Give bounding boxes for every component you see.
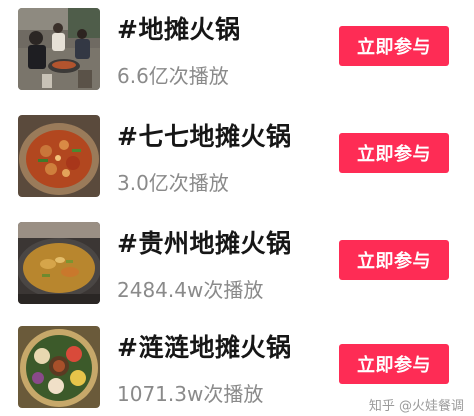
wok-hotpot-photo-icon	[18, 222, 100, 304]
topic-view-count: 1071.3w次播放	[117, 382, 264, 406]
topic-row[interactable]: #地摊火锅 6.6亿次播放 立即参与	[0, 4, 474, 94]
topic-thumbnail[interactable]	[18, 222, 100, 304]
join-now-button[interactable]: 立即参与	[339, 133, 449, 173]
topic-thumbnail[interactable]	[18, 8, 100, 90]
zhihu-watermark: 知乎 @火娃餐调	[368, 399, 464, 414]
topic-view-count: 6.6亿次播放	[117, 64, 229, 88]
topic-row[interactable]: #七七地摊火锅 3.0亿次播放 立即参与	[0, 111, 474, 201]
join-now-button[interactable]: 立即参与	[339, 240, 449, 280]
street-hotpot-crowd-photo-icon	[18, 8, 100, 90]
topic-view-count: 2484.4w次播放	[117, 278, 264, 302]
topic-view-count: 3.0亿次播放	[117, 171, 229, 195]
join-now-button[interactable]: 立即参与	[339, 26, 449, 66]
topic-list: #地摊火锅 6.6亿次播放 立即参与 #七七地摊火锅 3.0亿次播放 立即参与	[0, 0, 474, 416]
topic-title[interactable]: #七七地摊火锅	[117, 117, 291, 153]
topic-thumbnail[interactable]	[18, 115, 100, 197]
spicy-hotpot-dish-photo-icon	[18, 115, 100, 197]
topic-title[interactable]: #涟涟地摊火锅	[117, 328, 291, 364]
join-now-button[interactable]: 立即参与	[339, 344, 449, 384]
topic-thumbnail[interactable]	[18, 326, 100, 408]
topic-title[interactable]: #地摊火锅	[117, 10, 240, 46]
topic-row[interactable]: #贵州地摊火锅 2484.4w次播放 立即参与	[0, 218, 474, 308]
hotpot-platter-photo-icon	[18, 326, 100, 408]
topic-title[interactable]: #贵州地摊火锅	[117, 224, 291, 260]
